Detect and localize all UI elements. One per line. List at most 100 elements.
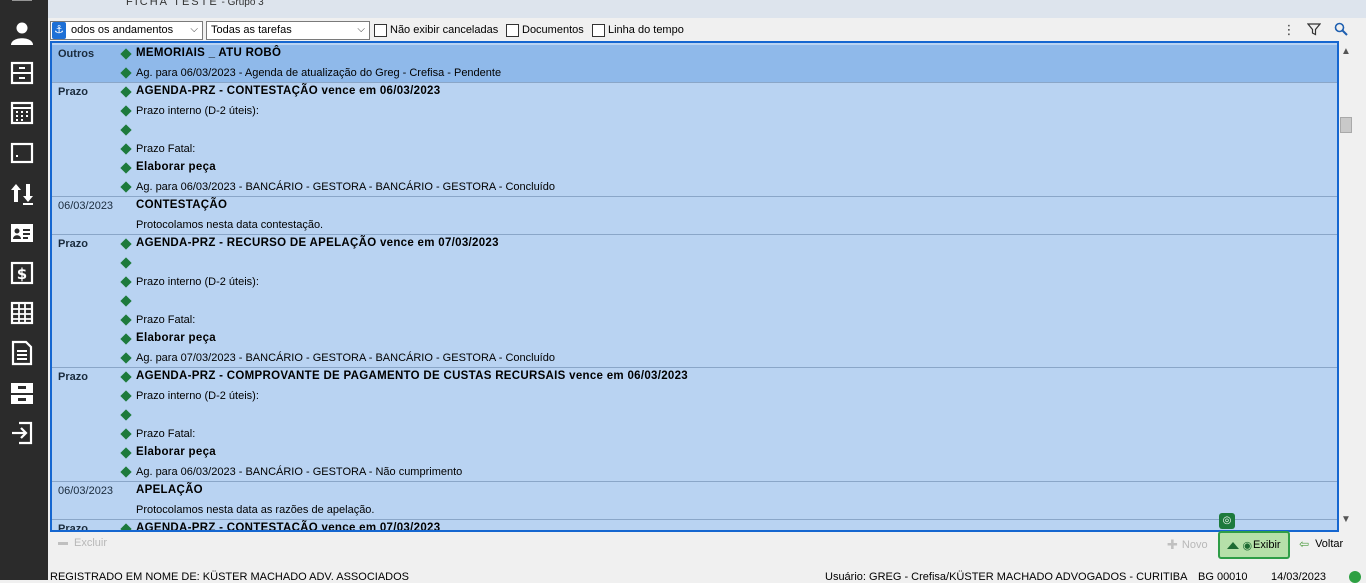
excluir-label: Excluir <box>74 537 108 549</box>
scroll-down-icon[interactable]: ▼ <box>1339 513 1353 527</box>
scrollbar-thumb[interactable] <box>1340 117 1352 133</box>
diamond-icon <box>120 276 132 288</box>
row-category: Prazo <box>58 86 88 98</box>
diamond-icon <box>120 257 132 269</box>
row-text: Protocolamos nesta data contestação. <box>136 219 324 231</box>
list-item[interactable]: Prazo Fatal: <box>52 311 1337 330</box>
list-item[interactable]: Prazo Fatal: <box>52 425 1337 444</box>
novo-button[interactable]: ✚ Novo <box>1167 537 1208 553</box>
row-text: APELAÇÃO <box>136 484 203 496</box>
list-item[interactable]: Elaborar peça <box>52 444 1337 463</box>
checkbox-box[interactable] <box>374 23 387 37</box>
status-indicator-icon <box>1349 571 1361 583</box>
document-icon[interactable] <box>9 340 35 366</box>
list-item[interactable] <box>52 121 1337 140</box>
list-item[interactable]: Ag. para 07/03/2023 - BANCÁRIO - GESTORA… <box>52 349 1337 368</box>
diamond-icon <box>120 371 132 383</box>
more-options-icon[interactable]: ⋮ <box>1281 22 1297 38</box>
sidebar: $ <box>0 0 48 580</box>
search-icon[interactable] <box>1333 22 1349 38</box>
logout-icon[interactable] <box>9 420 35 446</box>
list-item[interactable] <box>52 292 1337 311</box>
diamond-icon <box>120 409 132 421</box>
row-text: Elaborar peça <box>136 332 216 344</box>
list-item[interactable]: Ag. para 06/03/2023 - BANCÁRIO - GESTORA… <box>52 178 1337 197</box>
list-item[interactable]: Prazo AGENDA-PRZ - COMPROVANTE DE PAGAMEN… <box>52 368 1337 387</box>
diamond-icon <box>120 124 132 136</box>
list-item[interactable]: Outros MEMORIAIS _ ATU ROBÔ <box>52 45 1337 64</box>
checkbox-box[interactable] <box>506 23 519 37</box>
archive-icon[interactable] <box>9 60 35 86</box>
row-category: 06/03/2023 <box>58 200 114 212</box>
row-category: Prazo <box>58 371 88 383</box>
row-text: AGENDA-PRZ - RECURSO DE APELAÇÃO vence e… <box>136 237 499 249</box>
list-item[interactable]: Prazo AGENDA-PRZ - RECURSO DE APELAÇÃO ve… <box>52 235 1337 254</box>
status-registered: REGISTRADO EM NOME DE: KÜSTER MACHADO AD… <box>50 571 409 580</box>
menu-icon[interactable] <box>9 0 35 12</box>
record-title: FICHA TESTE - Grupo 3 <box>126 0 264 8</box>
tablet-icon[interactable] <box>9 140 35 166</box>
status-build: BG 00010 <box>1198 571 1248 580</box>
inbox-icon[interactable] <box>9 380 35 406</box>
list-item[interactable]: Prazo AGENDA-PRZ - CONTESTAÇÃO vence em 0… <box>52 83 1337 102</box>
row-text: AGENDA-PRZ - COMPROVANTE DE PAGAMENTO DE… <box>136 370 688 382</box>
user-icon[interactable] <box>9 20 35 46</box>
contact-card-icon[interactable] <box>9 220 35 246</box>
diamond-icon <box>120 352 132 364</box>
row-category: 06/03/2023 <box>58 485 114 497</box>
arrow-left-icon: ⇦ <box>1299 537 1310 551</box>
exibir-button[interactable]: ◉ Exibir <box>1218 531 1290 559</box>
minus-icon <box>58 541 68 545</box>
nao-exibir-canceladas-checkbox[interactable]: Não exibir canceladas <box>374 22 498 38</box>
diamond-icon <box>120 390 132 402</box>
status-bar: REGISTRADO EM NOME DE: KÜSTER MACHADO AD… <box>48 569 1366 580</box>
list-item[interactable]: Protocolamos nesta data contestação. <box>52 216 1337 235</box>
status-user: Usuário: GREG - Crefisa/KÜSTER MACHADO A… <box>825 571 1188 580</box>
diamond-icon <box>120 67 132 79</box>
list-item[interactable]: Ag. para 06/03/2023 - Agenda de atualiza… <box>52 64 1337 83</box>
scroll-up-icon[interactable]: ▲ <box>1339 45 1353 59</box>
list-item[interactable]: Elaborar peça <box>52 159 1337 178</box>
excluir-button[interactable]: Excluir <box>58 537 107 549</box>
row-text: Protocolamos nesta data as razões de ape… <box>136 504 375 516</box>
eye-icon: ◉ <box>1242 539 1253 552</box>
tarefas-filter-select[interactable]: Todas as tarefas ⌵ <box>206 21 370 40</box>
anchor-icon[interactable]: ⚓ <box>52 22 66 39</box>
diamond-icon <box>120 86 132 98</box>
sort-icon[interactable] <box>9 180 35 206</box>
list-item[interactable]: Prazo AGENDA-PRZ - CONTESTAÇÃO vence em 0… <box>52 520 1337 532</box>
tarefas-filter-value: Todas as tarefas <box>211 24 292 36</box>
diamond-icon <box>120 295 132 307</box>
linha-do-tempo-checkbox[interactable]: Linha do tempo <box>592 22 684 38</box>
list-item[interactable] <box>52 254 1337 273</box>
list-item[interactable]: Prazo interno (D-2 úteis): <box>52 273 1337 292</box>
row-category: Prazo <box>58 523 88 532</box>
list-item[interactable]: Ag. para 06/03/2023 - BANCÁRIO - GESTORA… <box>52 463 1337 482</box>
voltar-button[interactable]: ⇦ Voltar <box>1299 537 1343 551</box>
andamentos-list[interactable]: Outros MEMORIAIS _ ATU ROBÔ Ag. para 06/03… <box>50 41 1339 532</box>
row-text: Prazo Fatal: <box>136 428 196 440</box>
filter-icon[interactable] <box>1306 22 1322 38</box>
dollar-icon[interactable]: $ <box>9 260 35 286</box>
list-item[interactable]: 06/03/2023 CONTESTAÇÃO <box>52 197 1337 216</box>
list-item[interactable] <box>52 406 1337 425</box>
documentos-checkbox[interactable]: Documentos <box>506 22 584 38</box>
calendar-icon[interactable] <box>9 100 35 126</box>
list-item[interactable]: Elaborar peça <box>52 330 1337 349</box>
list-item[interactable]: Prazo interno (D-2 úteis): <box>52 387 1337 406</box>
vertical-scrollbar[interactable]: ▲ ▼ <box>1339 41 1353 532</box>
row-text: AGENDA-PRZ - CONTESTAÇÃO vence em 07/03/… <box>136 522 441 532</box>
row-text: CONTESTAÇÃO <box>136 199 228 211</box>
list-item[interactable]: 06/03/2023 APELAÇÃO <box>52 482 1337 501</box>
diamond-icon <box>120 523 132 530</box>
checkbox-box[interactable] <box>592 23 605 37</box>
list-item[interactable]: Prazo Fatal: <box>52 140 1337 159</box>
chevron-down-icon: ⌵ <box>357 24 365 35</box>
diamond-icon <box>120 333 132 345</box>
exibir-label: Exibir <box>1253 539 1281 551</box>
grid-icon[interactable] <box>9 300 35 326</box>
diamond-icon <box>120 466 132 478</box>
andamentos-filter-select[interactable]: odos os andamentos ⌵ <box>50 21 203 40</box>
list-item[interactable]: Protocolamos nesta data as razões de ape… <box>52 501 1337 520</box>
list-item[interactable]: Prazo interno (D-2 úteis): <box>52 102 1337 121</box>
